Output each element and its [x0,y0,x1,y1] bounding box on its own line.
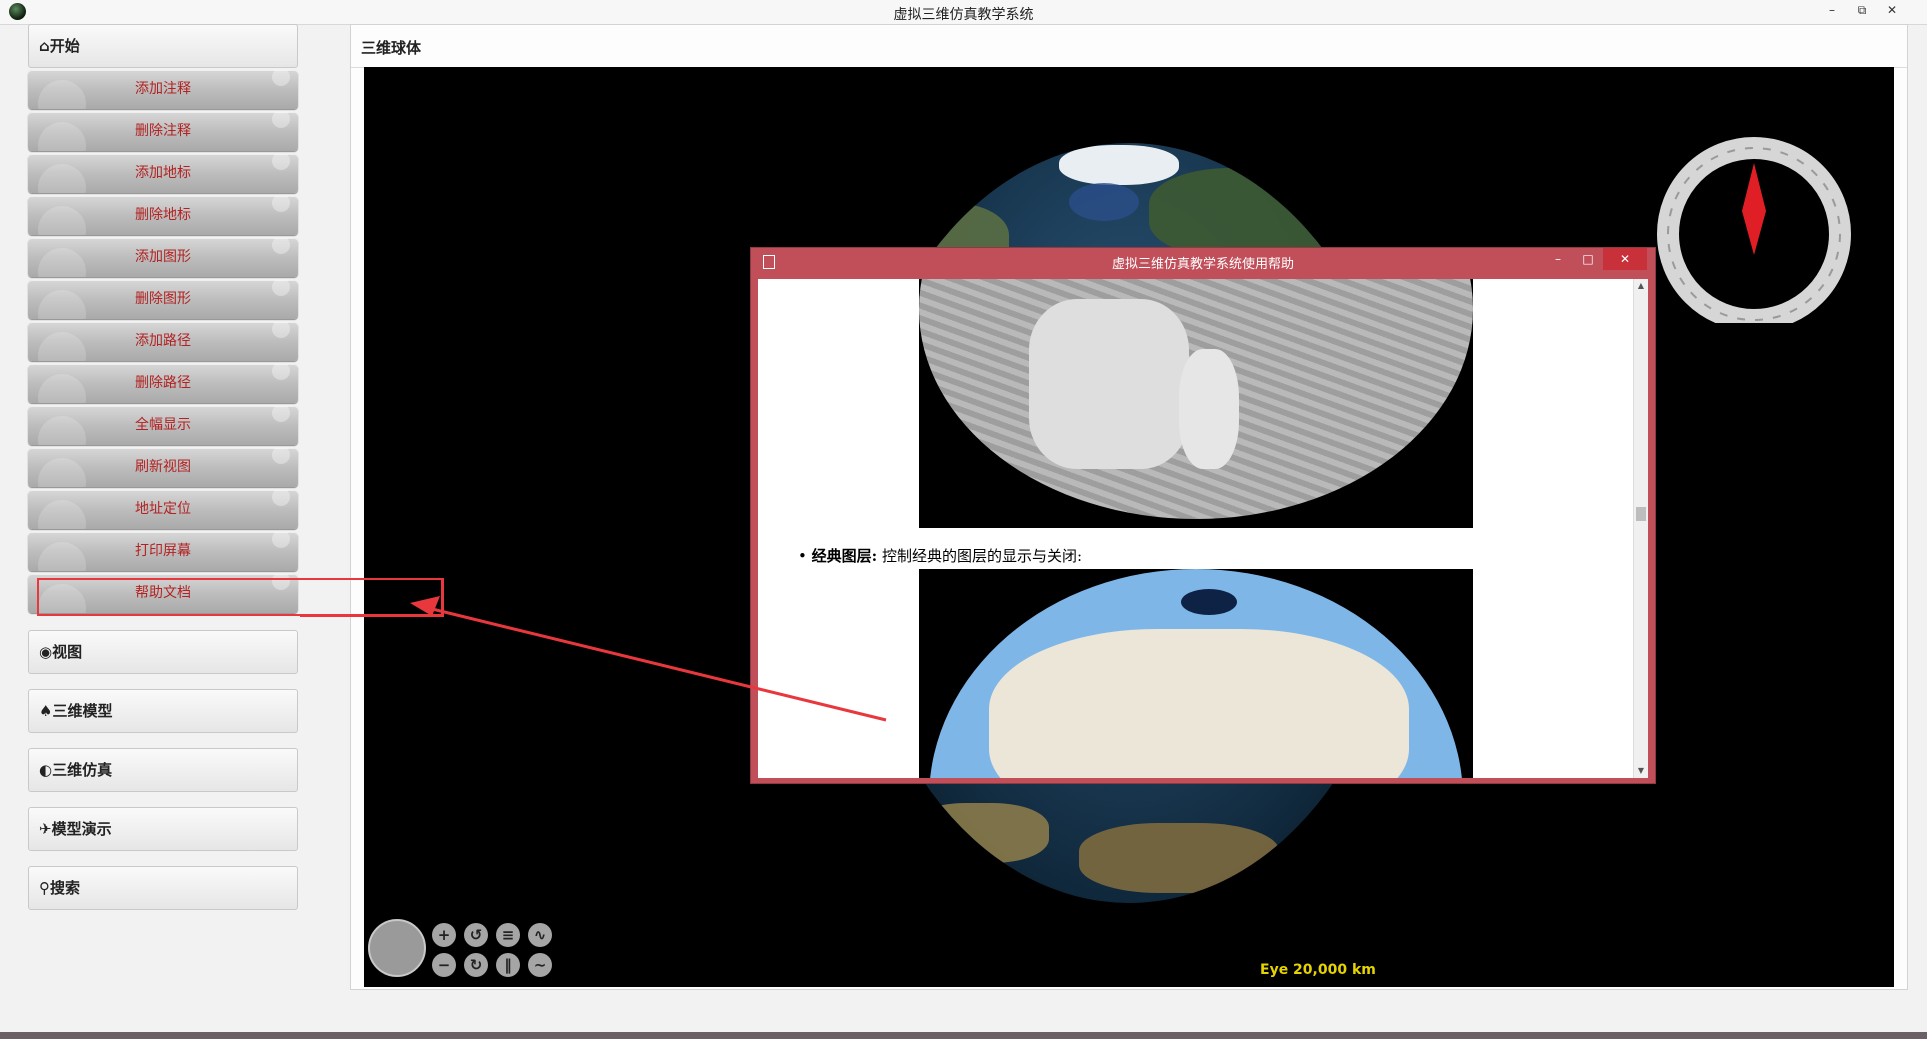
accordion-3d-model[interactable]: ♠三维模型 [28,689,298,733]
help-window-title: 虚拟三维仿真教学系统使用帮助 [1111,257,1294,272]
tilt-up-icon[interactable]: ≡ [496,923,520,947]
menu-item-label: 添加图形 [135,249,191,265]
compass-needle [1742,163,1766,255]
pan-control[interactable] [368,919,426,977]
view-icon: ◉ [39,643,53,661]
locate-address-button[interactable]: 地址定位 [28,490,298,529]
accordion-3d-sim-label: 三维仿真 [52,761,113,779]
home-icon: ⌂ [39,37,50,55]
bullet: • [798,547,807,565]
restore-button[interactable]: ⧉ [1847,0,1877,22]
menu-item-label: 刷新视图 [135,459,191,475]
highlight-box [37,578,443,616]
rotate-right-icon[interactable]: ↻ [464,953,488,977]
add-note-button[interactable]: 添加注释 [28,70,298,109]
app-titlebar: 虚拟三维仿真教学系统 – ⧉ ✕ [0,0,1927,25]
accordion-search[interactable]: ⚲搜索 [28,866,298,910]
delete-landmark-button[interactable]: 删除地标 [28,196,298,235]
classic-layer-screenshot [919,569,1473,778]
help-scrollbar[interactable]: ▲ ▼ [1633,279,1648,778]
tilt-down-icon[interactable]: ‖ [496,953,520,977]
help-window-controls: – □ ✕ [1543,248,1647,270]
accordion-start-label: 开始 [49,37,80,55]
menu-item-label: 全幅显示 [135,417,191,433]
full-extent-button[interactable]: 全幅显示 [28,406,298,445]
exaggerate-up-icon[interactable]: ∿ [528,923,552,947]
window-title: 虚拟三维仿真教学系统 [893,7,1034,23]
help-maximize-button[interactable]: □ [1573,248,1603,270]
zoom-in-icon[interactable]: + [432,923,456,947]
exaggerate-down-icon[interactable]: ∼ [528,953,552,977]
minimize-button[interactable]: – [1817,0,1847,22]
accordion-model-demo[interactable]: ✈模型演示 [28,807,298,851]
eye-altitude-readout: Eye 20,000 km [1260,962,1376,978]
menu-item-label: 添加路径 [135,333,191,349]
gray-globe-screenshot [919,279,1473,528]
panel-title: 三维球体 [361,39,422,57]
plane-icon: ✈ [39,820,52,838]
section-description: 控制经典的图层的显示与关闭: [881,547,1083,565]
section-title: 经典图层: [811,547,878,565]
scroll-up-icon[interactable]: ▲ [1634,279,1648,293]
accordion-view[interactable]: ◉视图 [28,630,298,674]
accordion-3d-model-label: 三维模型 [52,702,113,720]
help-window: 虚拟三维仿真教学系统使用帮助 – □ ✕ • 经典图层: 控制经典的图层的显示与… [750,247,1656,784]
accordion-3d-sim[interactable]: ◐三维仿真 [28,748,298,792]
accordion-start[interactable]: ⌂开始 [28,24,298,68]
add-path-button[interactable]: 添加路径 [28,322,298,361]
accordion-model-demo-label: 模型演示 [51,820,112,838]
menu-item-label: 地址定位 [135,501,191,517]
menu-item-label: 删除图形 [135,291,191,307]
close-button[interactable]: ✕ [1877,0,1907,22]
help-minimize-button[interactable]: – [1543,248,1573,270]
menu-item-label: 删除注释 [135,123,191,139]
taskbar [0,1032,1927,1039]
menu-item-label: 添加地标 [135,165,191,181]
globe-icon: ◐ [39,761,53,779]
menu-item-label: 删除路径 [135,375,191,391]
zoom-out-icon[interactable]: − [432,953,456,977]
delete-path-button[interactable]: 删除路径 [28,364,298,403]
model-icon: ♠ [39,702,53,720]
help-document-body[interactable]: • 经典图层: 控制经典的图层的显示与关闭: ▲ ▼ [758,279,1648,778]
search-icon: ⚲ [39,879,50,897]
menu-item-label: 添加注释 [135,81,191,97]
compass[interactable] [1656,127,1852,323]
add-shape-button[interactable]: 添加图形 [28,238,298,277]
menu-item-label: 打印屏幕 [135,543,191,559]
print-screen-button[interactable]: 打印屏幕 [28,532,298,571]
help-section-text: • 经典图层: 控制经典的图层的显示与关闭: [798,545,1082,566]
add-landmark-button[interactable]: 添加地标 [28,154,298,193]
menu-item-label: 删除地标 [135,207,191,223]
refresh-view-button[interactable]: 刷新视图 [28,448,298,487]
window-controls: – ⧉ ✕ [1817,0,1907,22]
accordion-view-label: 视图 [52,643,83,661]
rotate-left-icon[interactable]: ↺ [464,923,488,947]
delete-note-button[interactable]: 删除注释 [28,112,298,151]
accordion-search-label: 搜索 [50,879,81,897]
scroll-down-icon[interactable]: ▼ [1634,764,1648,778]
delete-shape-button[interactable]: 删除图形 [28,280,298,319]
help-close-button[interactable]: ✕ [1603,248,1647,270]
scroll-thumb[interactable] [1636,507,1646,521]
